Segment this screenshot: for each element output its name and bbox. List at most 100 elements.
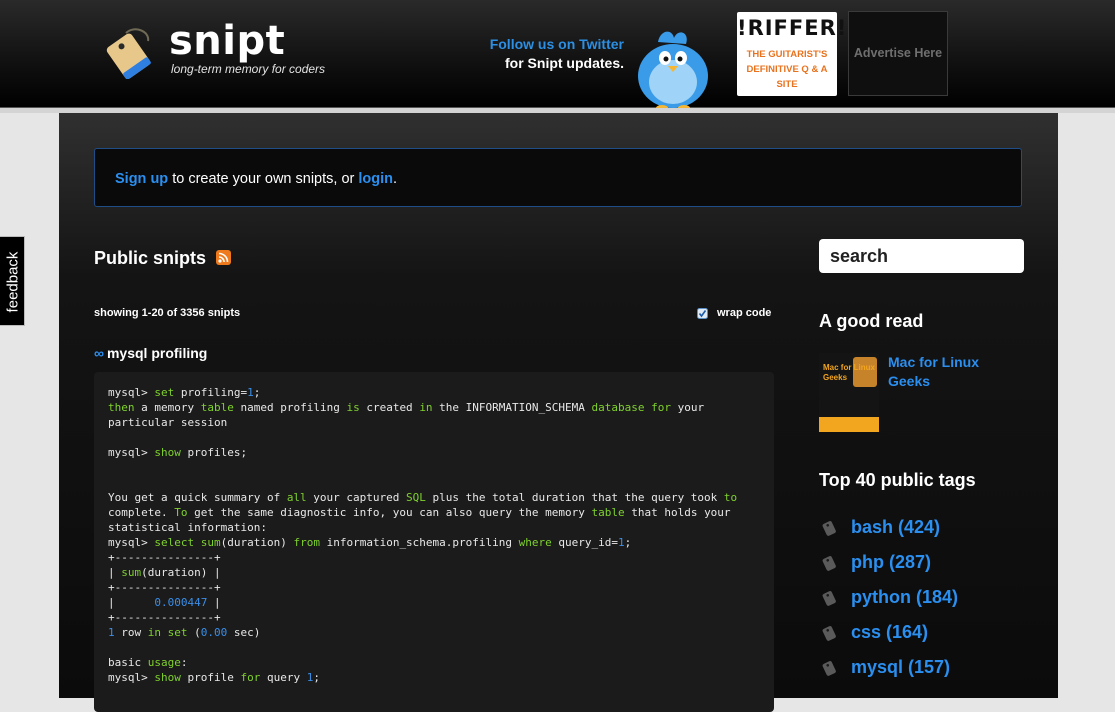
code-text: ; [624,536,632,549]
code-text: statistical information: [108,521,267,534]
book-cover-title: Mac for Linux Geeks [823,363,876,382]
code-text: row [114,626,148,639]
code-keyword: To [174,506,188,519]
code-text: a memory [134,401,201,414]
code-text: mysql> [108,671,155,684]
book-cover-stripe [819,417,879,432]
code-line: | sum(duration) | [108,566,221,579]
code-text: | [108,596,155,609]
code-keyword: set [167,626,188,639]
code-keyword: in [147,626,161,639]
code-keyword: sum [200,536,221,549]
twitter-follow-link[interactable]: Follow us on Twitter [470,36,624,52]
code-text: You get a quick summary of [108,491,287,504]
site-header: snipt long-term memory for coders Follow… [0,0,1115,111]
code-keyword: all [286,491,307,504]
signup-middle-text: to create your own snipts, or [168,171,359,187]
wrap-code-label[interactable]: wrap code [717,307,771,319]
code-line: basic usage: [108,656,188,669]
code-line: mysql> show profile for query 1; [108,671,320,684]
search-input[interactable] [819,239,1024,273]
code-keyword: show [154,446,181,459]
code-line: +---------------+ [108,581,221,594]
code-text: ( [187,626,201,639]
code-line: statistical information: [108,521,267,534]
code-text: | [207,596,221,609]
code-keyword: from [293,536,320,549]
code-keyword: show [154,671,181,684]
code-keyword: SQL [406,491,426,504]
code-text: sec) [227,626,261,639]
code-text: the INFORMATION_SCHEMA [432,401,592,414]
login-link[interactable]: login [358,171,393,187]
code-keyword: table [591,506,625,519]
page-title: Public snipts [94,248,207,268]
rss-icon[interactable] [216,250,231,265]
code-text: mysql> [108,536,155,549]
code-text: query [260,671,307,684]
code-number: 1 [247,386,254,399]
code-number: 1 [618,536,625,549]
code-text: information_schema.profiling [319,536,519,549]
code-line: 1 row in set (0.00 sec) [108,626,260,639]
code-line: mysql> show profiles; [108,446,247,459]
twitter-follow-subtext[interactable]: for Snipt updates. [470,55,624,71]
tagline: long-term memory for coders [171,62,326,76]
code-text: mysql> [108,386,155,399]
infinity-icon: ∞ [94,345,104,361]
feedback-tab[interactable]: feedback [0,236,25,326]
tag-label[interactable]: mysql (157) [851,657,950,678]
code-text: created [359,401,420,414]
code-text: get the same diagnostic info, you can al… [187,506,592,519]
code-keyword: is [346,401,360,414]
code-text: profiling= [174,386,248,399]
snipt-title[interactable]: ∞ mysql profiling [94,345,207,361]
code-keyword: table [200,401,234,414]
code-line: +---------------+ [108,611,221,624]
signup-link[interactable]: Sign up [115,171,168,187]
riffer-ad-banner[interactable]: !RIFFER! THE GUITARIST'S DEFINITIVE Q & … [737,12,848,96]
code-text: your captured [306,491,407,504]
code-text: profile [180,671,241,684]
code-keyword: select [154,536,195,549]
good-read-heading: A good read [819,311,924,331]
signup-banner: Sign up to create your own snipts, or lo… [94,148,1022,207]
code-number: 1 [108,626,115,639]
code-keyword: usage [147,656,181,669]
code-line: | 0.000447 | [108,596,221,609]
code-text: +---------------+ [108,611,221,624]
book-link[interactable]: Mac for Linux Geeks [888,353,1008,391]
tag-icon [822,591,836,606]
code-text: (duration) [220,536,294,549]
code-text: plus the total duration that the query t… [425,491,724,504]
signup-end-text: . [393,171,398,187]
code-line: You get a quick summary of all your capt… [108,491,737,504]
book-cover-image[interactable]: Mac for Linux Geeks [819,353,879,432]
tag-icon [822,521,836,536]
tag-label[interactable]: php (287) [851,552,931,573]
feedback-label: feedback [4,251,22,313]
code-text: ; [253,386,261,399]
checkbox-icon[interactable] [697,308,708,319]
advertise-here-link[interactable]: Advertise Here [848,11,948,96]
code-text: : [180,656,188,669]
code-keyword: in [419,401,433,414]
snipt-title-text[interactable]: mysql profiling [107,345,207,361]
tag-label[interactable]: python (184) [851,587,958,608]
riffer-tagline: THE GUITARIST'S DEFINITIVE Q & A SITE [746,49,828,90]
price-tag-icon[interactable] [104,27,154,79]
signup-message: Sign up to create your own snipts, or lo… [115,171,397,187]
tag-label[interactable]: bash (424) [851,517,940,538]
logo-text[interactable]: snipt [169,18,285,64]
code-block: mysql> set profiling=1; then a memory ta… [94,372,774,712]
tag-icon [822,626,836,641]
twitter-bird-icon[interactable] [632,24,714,112]
code-text: query_id= [551,536,619,549]
main-panel: Sign up to create your own snipts, or lo… [59,113,1058,712]
tag-label[interactable]: css (164) [851,622,928,643]
riffer-logo: !RIFFER! [737,16,848,40]
code-text: mysql> [108,446,155,459]
code-line: then a memory table named profiling is c… [108,401,704,414]
